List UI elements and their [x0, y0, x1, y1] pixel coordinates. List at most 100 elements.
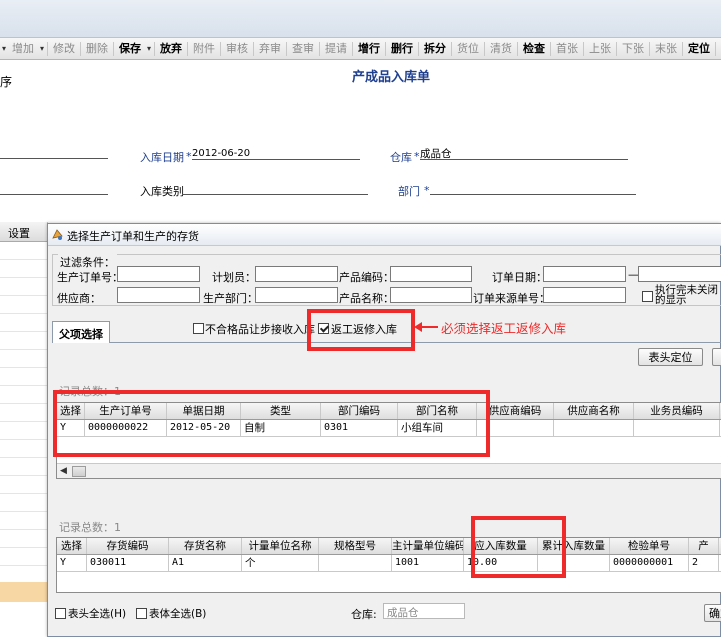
toolbar-button-12[interactable]: 拆分 [420, 40, 450, 58]
toolbar-button-16[interactable]: 首张 [552, 40, 582, 58]
toolbar-button-1[interactable]: 修改 [49, 40, 79, 58]
column-header[interactable]: 存货编码 [87, 538, 169, 554]
toolbar-button-3[interactable]: 保存 [115, 40, 145, 58]
toolbar-button-8[interactable]: 查审 [288, 40, 318, 58]
annotation-arrow-line [420, 326, 438, 328]
doc-type-field[interactable] [182, 181, 368, 195]
source-no-input[interactable] [543, 287, 626, 303]
supplier-input[interactable] [117, 287, 200, 303]
column-header[interactable]: 主计量单位编码 [392, 538, 464, 554]
rework-label: 返工返修入库 [331, 323, 397, 336]
toolbar-separator [113, 41, 115, 56]
rework-checkbox[interactable] [318, 321, 329, 334]
toolbar-separator [319, 41, 321, 56]
toolbar-separator [385, 41, 387, 56]
dropdown-arrow-icon[interactable]: ▾ [38, 44, 46, 53]
item-grid: 选择 存货编码 存货名称 计量单位名称 规格型号 主计量单位编码 应入库数量 累计入库数量 检验… [56, 537, 721, 593]
product-name-input[interactable] [390, 287, 472, 303]
table-cell: Y [57, 555, 87, 571]
show-done-checkbox[interactable] [642, 289, 653, 302]
select-all-header-label: 表头全选(H) [68, 608, 127, 620]
doc-warehouse-value: 成品仓 [420, 148, 452, 160]
scroll-left-icon[interactable]: ◀ [57, 465, 70, 478]
toolbar-left-arrow[interactable]: ▾ [0, 44, 8, 53]
table-cell: 1001 [392, 555, 464, 571]
column-header[interactable]: 检验单号 [610, 538, 689, 554]
show-done-label: 执行完未关闭的显示 [655, 284, 718, 306]
toolbar-separator [352, 41, 354, 56]
toolbar-button-0[interactable]: 增加 [8, 40, 38, 58]
column-header[interactable]: 存货名称 [169, 538, 242, 554]
order-no-label: 生产订单号： [57, 271, 123, 284]
toolbar-button-13[interactable]: 货位 [453, 40, 483, 58]
dept-input[interactable] [255, 287, 338, 303]
table-cell: 2 [689, 555, 719, 571]
doc-date-value: 2012-06-20 [192, 148, 251, 159]
product-code-input[interactable] [390, 266, 472, 282]
toolbar-button-11[interactable]: 删行 [387, 40, 417, 58]
background-grid-header: 设置 [0, 222, 47, 242]
toolbar-button-14[interactable]: 清货 [486, 40, 516, 58]
column-header[interactable]: 产 [689, 538, 719, 554]
toolbar-button-7[interactable]: 弃审 [255, 40, 285, 58]
toolbar-button-4[interactable]: 放弃 [156, 40, 186, 58]
column-header[interactable]: 选择 [57, 538, 87, 554]
doc-dept-field[interactable] [430, 181, 636, 195]
filter-group-label: 过滤条件： [58, 254, 117, 270]
toolbar-button-15[interactable]: 检查 [519, 40, 549, 58]
toolbar-button-2[interactable]: 删除 [82, 40, 112, 58]
supplier-label: 供应商： [57, 292, 101, 305]
order-date-from-input[interactable] [543, 266, 626, 282]
toolbar-separator [649, 41, 651, 56]
select-all-body-checkbox[interactable] [136, 606, 147, 619]
upper-hscrollbar[interactable]: ◀ [57, 463, 721, 478]
background-grid-strip: 设置 [0, 222, 48, 637]
toolbar-separator [550, 41, 552, 56]
toolbar-separator [583, 41, 585, 56]
select-all-header-checkbox[interactable] [55, 606, 66, 619]
dialog-title: 选择生产订单和生产的存货 [67, 230, 199, 243]
annotation-arrow-icon [414, 322, 422, 332]
toolbar-separator [517, 41, 519, 56]
scroll-thumb[interactable] [72, 465, 86, 477]
locate-header-button[interactable]: 表头定位 [638, 348, 703, 366]
toolbar-separator [154, 41, 156, 56]
column-header[interactable]: 业务员编码 [634, 403, 720, 419]
toolbar-separator [682, 41, 684, 56]
planner-input[interactable] [255, 266, 338, 282]
background-grid-selected-row [0, 582, 47, 602]
bottom-warehouse-input[interactable]: 成品仓 [383, 603, 465, 619]
dialog-titlebar[interactable]: 选择生产订单和生产的存货 [48, 224, 721, 246]
column-header[interactable]: 供应商名称 [554, 403, 634, 419]
order-no-input[interactable] [117, 266, 200, 282]
table-cell: 0000000001 [610, 555, 689, 571]
column-header[interactable]: 计量单位名称 [242, 538, 319, 554]
doc-date-required: * [186, 150, 192, 163]
toolbar-button-17[interactable]: 上张 [585, 40, 615, 58]
toolbar-separator [187, 41, 189, 56]
confirm-button[interactable]: 确定 [704, 604, 721, 622]
extra-button[interactable] [712, 348, 721, 366]
doc-field-left-2[interactable] [0, 181, 108, 195]
toolbar-button-5[interactable]: 附件 [189, 40, 219, 58]
unqualified-checkbox[interactable] [193, 321, 204, 334]
toolbar-button-19[interactable]: 末张 [651, 40, 681, 58]
toolbar-items: 增加 ▾ 修改 删除 保存 ▾ 放弃 附件 审核 弃审 查审 提请 增行 删行 拆分 货位 清货 检查 首张 上张 下张… [8, 40, 717, 58]
tab-parent-select[interactable]: 父项选择 [52, 321, 110, 343]
order-date-to-input[interactable] [638, 266, 721, 282]
toolbar-button-18[interactable]: 下张 [618, 40, 648, 58]
toolbar-button-6[interactable]: 审核 [222, 40, 252, 58]
column-header[interactable]: 规格型号 [319, 538, 392, 554]
toolbar-separator [80, 41, 82, 56]
doc-field-left-1[interactable] [0, 145, 108, 159]
dropdown-arrow-icon[interactable]: ▾ [145, 44, 153, 53]
doc-warehouse-field[interactable]: 成品仓 [420, 146, 628, 160]
toolbar-button-10[interactable]: 增行 [354, 40, 384, 58]
table-cell: A1 [169, 555, 242, 571]
document-form: 序 产成品入库单 入库日期 * 2012-06-20 仓库 * 成品仓 入库类别… [0, 61, 721, 221]
table-row[interactable]: Y 030011 A1 个 1001 10.00 0000000001 2 [57, 555, 721, 572]
toolbar-button-9[interactable]: 提请 [321, 40, 351, 58]
order-date-label: 订单日期： [492, 271, 547, 284]
doc-date-field[interactable]: 2012-06-20 [192, 146, 360, 160]
toolbar-button-20[interactable]: 定位 [684, 40, 714, 58]
